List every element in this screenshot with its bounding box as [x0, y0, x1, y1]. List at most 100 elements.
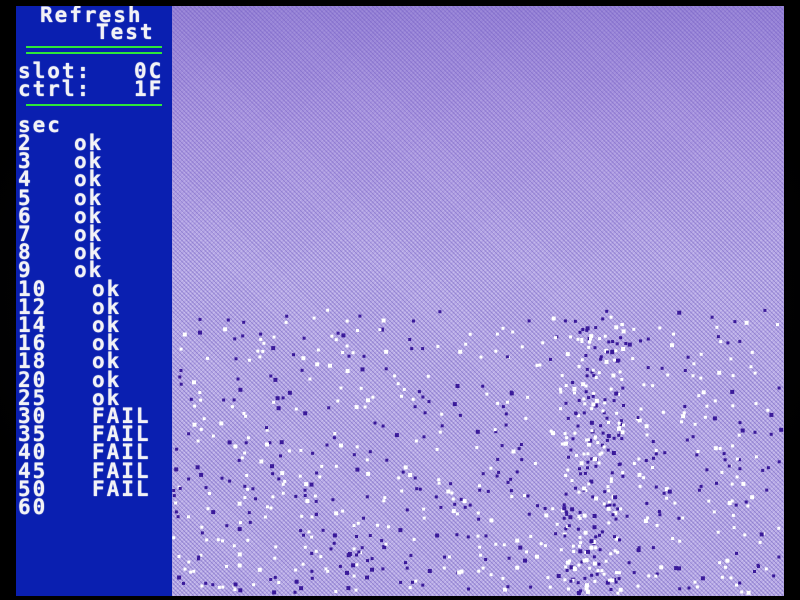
bit-error-dot: [192, 422, 197, 427]
bit-error-dot: [358, 314, 362, 318]
bit-error-dot: [237, 563, 242, 568]
bit-error-dot: [316, 348, 320, 352]
bit-error-dot: [238, 588, 243, 593]
bit-error-dot: [579, 541, 583, 545]
bit-error-dot: [682, 411, 686, 415]
bit-error-dot: [580, 340, 584, 343]
bit-error-dot: [759, 532, 764, 537]
bit-error-dot: [199, 427, 203, 431]
bit-error-dot: [230, 405, 234, 409]
result-status-50: FAIL: [92, 477, 151, 501]
bit-error-dot: [606, 485, 610, 489]
bit-error-dot: [620, 430, 625, 435]
bit-error-dot: [718, 447, 722, 450]
bit-error-dot: [614, 391, 619, 396]
bit-error-dot: [221, 585, 225, 589]
bit-error-dot: [309, 482, 314, 487]
bit-error-dot: [766, 408, 770, 412]
bit-error-dot: [258, 355, 262, 359]
bit-error-dot: [551, 316, 556, 321]
bit-error-dot: [541, 341, 545, 345]
bit-error-dot: [269, 578, 273, 581]
bit-error-dot: [577, 544, 581, 548]
bit-error-dot: [345, 570, 349, 575]
bit-error-dot: [325, 443, 329, 447]
bit-error-dot: [437, 478, 441, 482]
bit-error-dot: [459, 497, 463, 501]
bit-error-dot: [734, 503, 738, 507]
bit-error-dot: [692, 362, 696, 366]
bit-error-dot: [501, 576, 505, 580]
bit-error-dot: [179, 382, 183, 386]
bit-error-dot: [408, 473, 413, 477]
bit-error-dot: [615, 411, 619, 415]
bit-error-dot: [478, 484, 481, 488]
bit-error-dot: [303, 545, 307, 549]
bit-error-dot: [193, 404, 197, 408]
bit-error-dot: [333, 432, 337, 435]
bit-error-dot: [677, 310, 682, 315]
bit-error-dot: [504, 412, 508, 416]
bit-error-dot: [366, 398, 370, 403]
bit-error-dot: [446, 489, 451, 494]
bit-error-dot: [613, 495, 618, 500]
bit-error-dot: [678, 587, 682, 591]
bit-error-dot: [304, 482, 309, 487]
bit-error-dot: [442, 566, 446, 570]
bit-error-dot: [576, 581, 580, 585]
bit-error-dot: [535, 554, 539, 559]
ctrl-value: 1F: [134, 77, 164, 101]
bit-error-dot: [673, 501, 677, 505]
bit-error-dot: [562, 503, 566, 507]
bit-error-dot: [243, 496, 247, 499]
bit-error-dot: [753, 430, 757, 434]
bit-error-dot: [265, 428, 269, 432]
bit-error-dot: [478, 488, 482, 492]
bit-error-dot: [507, 556, 511, 560]
bit-error-dot: [592, 561, 597, 566]
bit-error-dot: [510, 495, 514, 499]
bit-error-dot: [777, 460, 781, 464]
bit-error-dot: [330, 334, 334, 338]
bit-error-dot: [208, 492, 211, 495]
bit-error-dot: [351, 563, 356, 568]
bit-error-dot: [411, 580, 414, 584]
bit-error-dot: [589, 539, 594, 544]
bit-error-dot: [594, 546, 598, 550]
bit-error-dot: [713, 399, 717, 403]
bit-error-dot: [355, 535, 358, 538]
bit-error-dot: [639, 407, 643, 411]
bit-error-dot: [285, 314, 289, 318]
bit-error-dot: [355, 445, 359, 449]
bit-error-dot: [238, 387, 243, 392]
bit-error-dot: [174, 501, 178, 505]
bit-error-dot: [527, 512, 531, 516]
bit-error-dot: [336, 399, 340, 403]
bit-error-dot: [618, 538, 621, 542]
bit-error-dot: [576, 527, 580, 531]
bit-error-dot: [670, 343, 674, 348]
bit-error-dot: [354, 588, 358, 592]
bit-error-dot: [577, 490, 581, 494]
bit-error-dot: [586, 452, 590, 456]
bit-error-dot: [651, 546, 655, 550]
bit-error-dot: [703, 415, 707, 419]
bit-error-dot: [334, 464, 338, 468]
bit-error-dot: [672, 332, 675, 336]
bit-error-dot: [654, 485, 658, 489]
bit-error-dot: [421, 347, 425, 351]
bit-error-dot: [396, 382, 400, 386]
bit-error-dot: [511, 449, 516, 454]
bit-error-dot: [384, 349, 389, 354]
bit-error-dot: [281, 491, 285, 495]
bit-error-dot: [564, 492, 568, 496]
bit-error-dot: [614, 580, 618, 584]
bit-error-dot: [592, 514, 597, 518]
bit-error-dot: [200, 525, 204, 529]
bit-error-dot: [701, 390, 706, 395]
bit-error-dot: [211, 434, 215, 438]
bit-error-dot: [339, 386, 343, 390]
bit-error-dot: [187, 515, 190, 519]
bit-error-dot: [172, 489, 176, 492]
bit-error-dot: [617, 358, 621, 362]
